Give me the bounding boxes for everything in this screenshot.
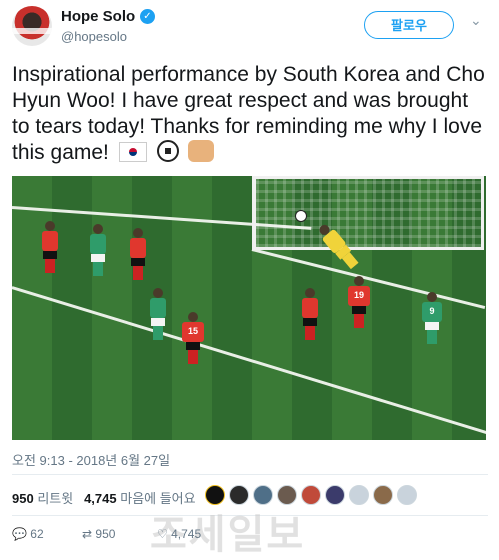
retweets-count[interactable]: 950 — [12, 491, 34, 506]
author-name[interactable]: Hope Solo — [61, 8, 135, 25]
retweets-label[interactable]: 리트윗 — [37, 491, 73, 506]
divider — [12, 474, 488, 475]
jersey-number: 19 — [353, 290, 364, 300]
tweet-photo[interactable]: 15 19 9 — [12, 176, 486, 440]
follow-button[interactable]: 팔로우 — [364, 11, 454, 39]
like-button[interactable]: ♡ 4,745 — [157, 527, 201, 541]
retweet-icon: ⇄ — [82, 527, 93, 541]
like-count: 4,745 — [171, 527, 202, 541]
likes-count[interactable]: 4,745 — [84, 491, 117, 506]
avatar[interactable] — [349, 485, 369, 505]
retweet-button[interactable]: ⇄ 950 — [82, 527, 115, 541]
chevron-down-icon[interactable]: ⌄ — [470, 12, 482, 29]
tweet-timestamp[interactable]: 오전 9:13 - 2018년 6월 27일 — [12, 450, 170, 469]
jersey-number: 15 — [187, 326, 198, 336]
tweet-header: Hope Solo ✓ @hopesolo 팔로우 ⌄ — [0, 0, 499, 56]
reply-button[interactable]: 💬 62 — [12, 527, 44, 541]
author-handle[interactable]: @hopesolo — [61, 29, 127, 44]
tweet-actions: 💬 62 ⇄ 950 ♡ 4,745 — [12, 527, 312, 547]
ball — [295, 210, 307, 222]
avatar[interactable] — [325, 485, 345, 505]
avatar[interactable] — [397, 485, 417, 505]
tweet-text: Inspirational performance by South Korea… — [12, 62, 488, 166]
tweet-body: Inspirational performance by South Korea… — [12, 63, 485, 164]
jersey-number: 9 — [429, 306, 435, 316]
avatar[interactable] — [12, 6, 52, 46]
reply-icon: 💬 — [12, 527, 27, 541]
verified-badge-icon: ✓ — [140, 9, 155, 24]
reply-count: 62 — [30, 527, 44, 541]
soccer-ball-icon — [156, 140, 179, 162]
goal-net — [252, 176, 484, 250]
south-korea-flag-icon — [118, 142, 147, 162]
avatar[interactable] — [373, 485, 393, 505]
retweet-count: 950 — [95, 527, 116, 541]
heart-icon: ♡ — [157, 527, 168, 541]
fist-bump-icon — [188, 140, 215, 162]
